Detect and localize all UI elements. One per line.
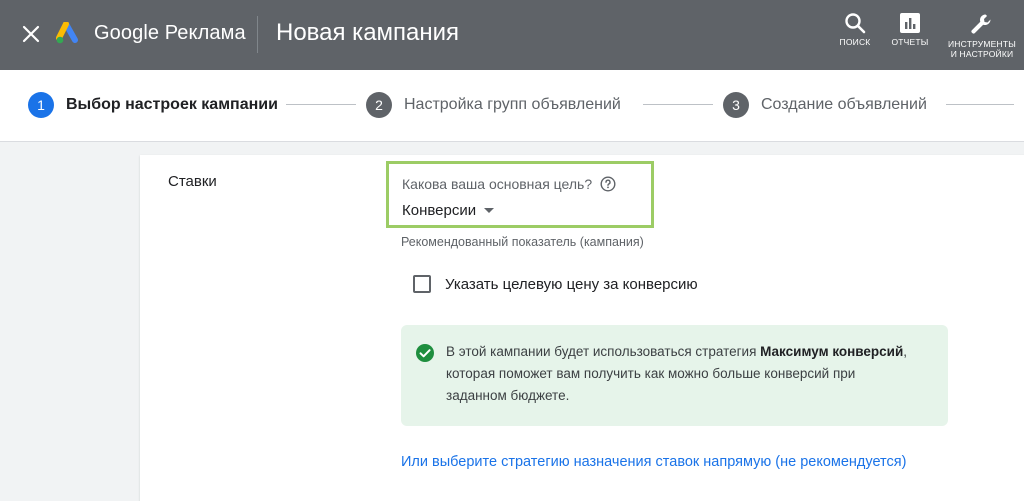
goal-question: Какова ваша основная цель? <box>402 176 616 192</box>
help-circle-icon[interactable] <box>600 176 616 192</box>
target-cpa-checkbox[interactable] <box>413 275 431 293</box>
search-icon <box>845 13 866 34</box>
google-ads-logo-icon <box>56 22 78 44</box>
target-cpa-checkbox-label: Указать целевую цену за конверсию <box>445 275 698 293</box>
header-divider <box>257 16 258 53</box>
goal-dropdown-value: Конверсии <box>402 202 477 219</box>
top-app-bar: Google Реклама Новая кампания ПОИСК ОТЧЕ… <box>0 0 1024 70</box>
brand-name: Google Реклама <box>94 22 246 44</box>
bar-chart-icon <box>900 13 920 33</box>
reports-tool-button[interactable]: ОТЧЕТЫ <box>889 12 931 47</box>
step-connector <box>286 104 356 105</box>
goal-question-text: Какова ваша основная цель? <box>402 176 593 192</box>
check-circle-icon <box>416 344 434 362</box>
tools-settings-label-line1: ИНСТРУМЕНТЫ <box>948 39 1016 49</box>
tools-settings-label: ИНСТРУМЕНТЫ И НАСТРОЙКИ <box>948 39 1016 59</box>
strategy-info-box: В этой кампании будет использоваться стр… <box>401 325 948 426</box>
recommended-metric-text: Рекомендованный показатель (кампания) <box>401 235 644 249</box>
tools-settings-button[interactable]: ИНСТРУМЕНТЫ И НАСТРОЙКИ <box>946 12 1018 59</box>
strategy-info-text: В этой кампании будет использоваться стр… <box>446 341 916 407</box>
wrench-icon <box>971 14 991 34</box>
step-campaign-settings[interactable]: 1 Выбор настроек кампании <box>28 92 278 118</box>
goal-highlight-box: Какова ваша основная цель? Конверсии <box>386 161 654 228</box>
step-number: 3 <box>723 92 749 118</box>
choose-strategy-link[interactable]: Или выберите стратегию назначения ставок… <box>401 454 906 470</box>
step-number: 2 <box>366 92 392 118</box>
search-tool-label: ПОИСК <box>839 37 871 47</box>
step-label: Создание объявлений <box>761 96 927 113</box>
step-label: Настройка групп объявлений <box>404 96 621 113</box>
goal-dropdown[interactable]: Конверсии <box>402 202 495 219</box>
caret-down-icon <box>484 208 495 213</box>
step-connector <box>946 104 1014 105</box>
target-cpa-checkbox-row[interactable]: Указать целевую цену за конверсию <box>413 275 698 293</box>
info-text-part1: В этой кампании будет использоваться стр… <box>446 344 761 359</box>
close-icon <box>22 25 40 43</box>
step-number: 1 <box>28 92 54 118</box>
page-title: Новая кампания <box>276 19 460 46</box>
bidding-card: Ставки Какова ваша основная цель? Конвер… <box>140 155 1024 501</box>
search-tool-button[interactable]: ПОИСК <box>836 12 874 47</box>
step-create-ads[interactable]: 3 Создание объявлений <box>723 92 927 118</box>
campaign-stepper: 1 Выбор настроек кампании 2 Настройка гр… <box>0 70 1024 142</box>
step-connector <box>643 104 713 105</box>
info-text-strategy-name: Максимум конверсий <box>760 344 904 359</box>
tools-settings-label-line2: И НАСТРОЙКИ <box>950 49 1014 59</box>
step-label: Выбор настроек кампании <box>66 96 278 113</box>
close-button[interactable] <box>18 21 44 47</box>
bidding-section-label: Ставки <box>168 173 217 190</box>
step-ad-groups[interactable]: 2 Настройка групп объявлений <box>366 92 621 118</box>
reports-tool-label: ОТЧЕТЫ <box>891 37 929 47</box>
